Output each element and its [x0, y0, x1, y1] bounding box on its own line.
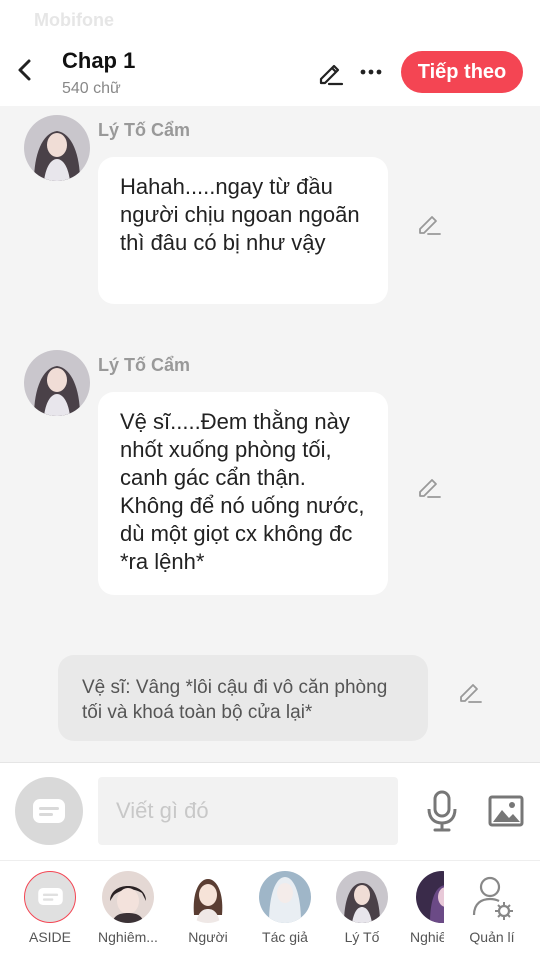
- edit-icon[interactable]: [316, 58, 344, 86]
- character-aside[interactable]: ASIDE: [16, 871, 84, 945]
- message-author: Lý Tố Cẩm: [98, 355, 191, 375]
- edit-message-icon[interactable]: [416, 473, 442, 499]
- character-label: Lý Tố: [344, 929, 380, 945]
- character-item[interactable]: Nghiêm...: [94, 871, 162, 945]
- character-item[interactable]: Tác giả: [251, 871, 319, 945]
- user-settings-icon: [466, 871, 518, 923]
- edit-narration-icon[interactable]: [457, 678, 483, 704]
- image-icon[interactable]: [488, 793, 524, 829]
- character-manage[interactable]: Quản lí: [458, 871, 526, 945]
- character-item[interactable]: Người: [174, 871, 242, 945]
- avatar[interactable]: [24, 350, 90, 416]
- back-arrow-icon[interactable]: [12, 56, 40, 84]
- character-label: Nghiê: [410, 929, 444, 945]
- avatar: [416, 871, 444, 923]
- edit-message-icon[interactable]: [416, 210, 442, 236]
- status-bar: Mobifone: [0, 0, 540, 40]
- more-options-icon[interactable]: [358, 58, 384, 86]
- message-author: Lý Tố Cẩm: [98, 120, 191, 140]
- avatar: [336, 871, 388, 923]
- microphone-icon[interactable]: [424, 789, 460, 833]
- avatar[interactable]: [24, 115, 90, 181]
- character-label: ASIDE: [28, 929, 71, 945]
- avatar: [259, 871, 311, 923]
- message-input[interactable]: [98, 777, 398, 845]
- chapter-title: Chap 1: [62, 48, 136, 73]
- avatar: [102, 871, 154, 923]
- carrier-label: Mobifone: [34, 10, 114, 30]
- character-bar: ASIDE Nghiêm... Người Tác giả Lý Tố Nghi…: [0, 860, 540, 960]
- message-bubble[interactable]: Vệ sĩ.....Đem thằng này nhốt xuống phòng…: [98, 392, 388, 595]
- narration-bubble[interactable]: Vệ sĩ: Vâng *lôi cậu đi vô căn phòng tối…: [58, 655, 428, 741]
- chat-bubble-icon: [24, 871, 76, 923]
- avatar: [182, 871, 234, 923]
- aside-toggle-button[interactable]: [15, 777, 83, 845]
- next-chapter-button[interactable]: Tiếp theo: [401, 51, 523, 93]
- character-label: Người: [188, 929, 228, 945]
- message-bubble[interactable]: Hahah.....ngay từ đầu người chịu ngoan n…: [98, 157, 388, 304]
- chat-bubble-icon: [33, 799, 65, 823]
- character-item[interactable]: Lý Tố: [328, 871, 396, 945]
- character-label: Quản lí: [469, 929, 515, 945]
- character-label: Tác giả: [262, 929, 308, 945]
- header: Chap 1 540 chữ Tiếp theo: [0, 40, 540, 106]
- composer-bar: [0, 762, 540, 860]
- word-count: 540 chữ: [62, 80, 121, 97]
- character-item[interactable]: Nghiê: [398, 871, 444, 945]
- character-label: Nghiêm...: [98, 929, 158, 945]
